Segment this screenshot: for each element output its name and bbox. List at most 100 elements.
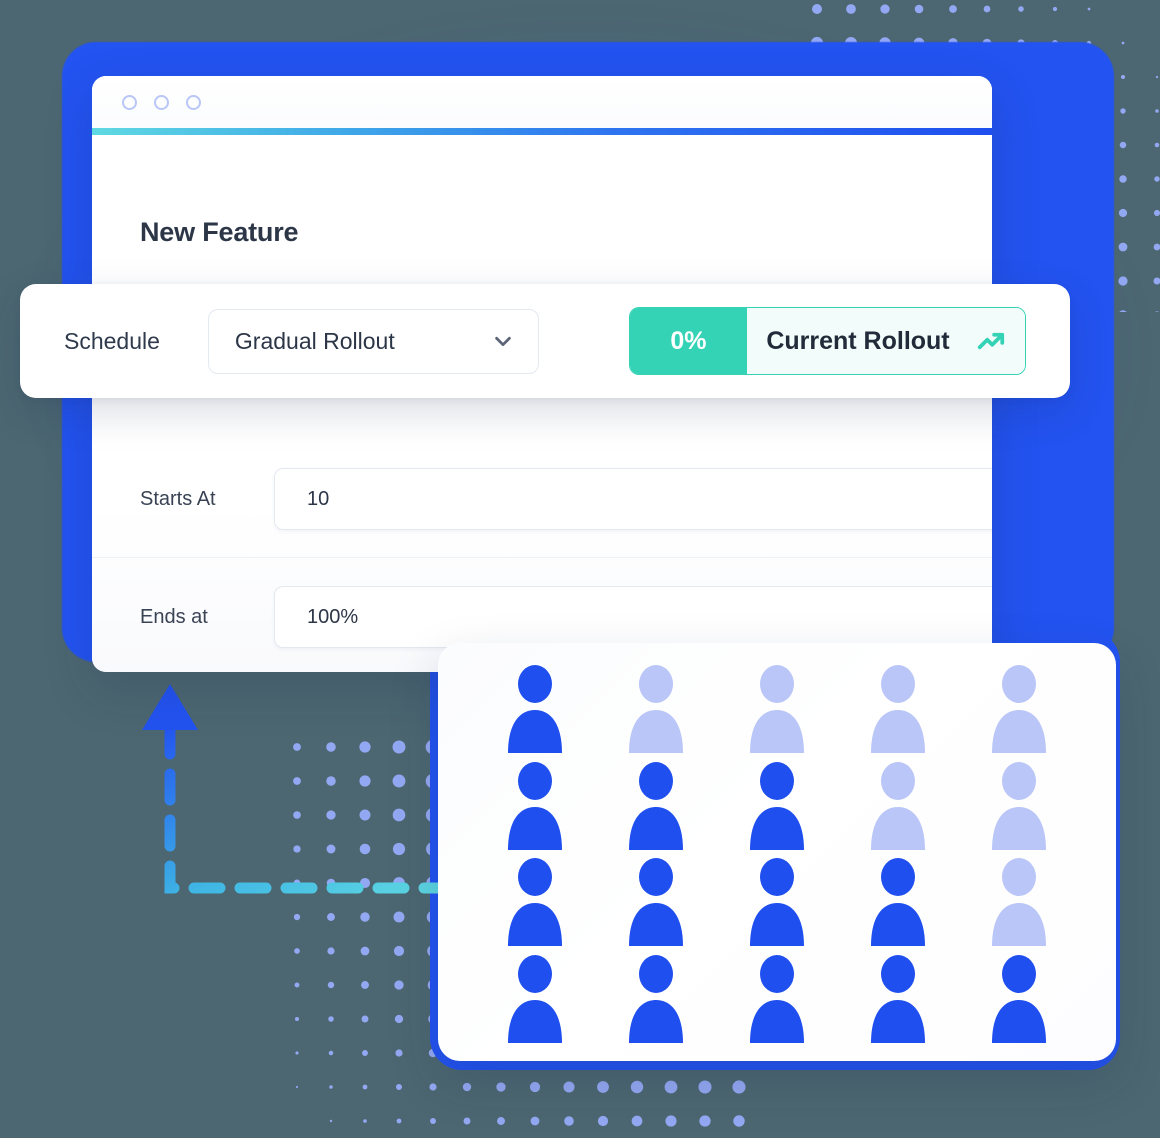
halftone-dot <box>664 1080 678 1094</box>
halftone-dot <box>294 948 300 954</box>
halftone-dot <box>983 5 991 13</box>
halftone-dot <box>327 947 335 955</box>
schedule-card: Schedule Gradual Rollout 0% Current Roll… <box>20 284 1070 398</box>
halftone-dot <box>1087 7 1091 11</box>
halftone-dot <box>328 1050 334 1056</box>
halftone-dot <box>880 4 890 14</box>
browser-content: New Feature Starts At 10 Ends at 100% <box>92 135 992 672</box>
halftone-dot <box>429 1083 437 1091</box>
halftone-dot <box>1018 6 1024 12</box>
person-icon <box>507 954 562 1043</box>
current-rollout-badge[interactable]: 0% Current Rollout <box>628 307 1026 375</box>
halftone-dot <box>597 1081 609 1093</box>
halftone-dot <box>361 1015 369 1023</box>
halftone-dot <box>329 1119 333 1123</box>
halftone-dot <box>630 1080 644 1094</box>
halftone-dot <box>295 1051 299 1055</box>
halftone-dot <box>393 945 405 957</box>
page-title: New Feature <box>140 217 299 247</box>
person-icon <box>749 761 804 850</box>
halftone-dot <box>1155 311 1159 312</box>
halftone-dot <box>395 1049 403 1057</box>
halftone-dot <box>699 1115 711 1127</box>
halftone-dot <box>914 4 924 14</box>
halftone-dot <box>563 1081 575 1093</box>
person-icon <box>871 665 926 754</box>
halftone-dot <box>294 1016 300 1022</box>
people-grid-card <box>438 643 1116 1061</box>
person-icon <box>628 954 683 1043</box>
halftone-dot <box>665 1115 677 1127</box>
halftone-dot <box>846 4 856 14</box>
halftone-dot <box>597 1115 609 1127</box>
browser-chrome <box>92 76 992 128</box>
halftone-dot <box>530 1116 540 1126</box>
schedule-label: Schedule <box>64 327 160 354</box>
halftone-dot <box>496 1082 506 1092</box>
rollout-body: Current Rollout <box>746 308 1025 374</box>
halftone-dot <box>1155 109 1159 113</box>
halftone-dot <box>497 1117 505 1125</box>
halftone-dot <box>394 1014 404 1024</box>
person-icon <box>628 858 683 947</box>
person-icon <box>507 761 562 850</box>
rollout-percent: 0% <box>629 308 747 374</box>
dashed-elbow-arrow <box>142 684 456 894</box>
halftone-dot <box>812 4 822 14</box>
halftone-dot <box>732 1080 746 1094</box>
person-icon <box>992 858 1047 947</box>
halftone-dot <box>1052 6 1058 12</box>
halftone-dot <box>394 980 404 990</box>
person-icon <box>871 761 926 850</box>
rollout-label: Current Rollout <box>766 326 950 355</box>
halftone-dot <box>698 1080 712 1094</box>
person-icon <box>992 665 1047 754</box>
accent-gradient-bar <box>92 128 992 135</box>
person-icon <box>992 761 1047 850</box>
halftone-dot <box>1155 75 1159 79</box>
window-close-dot-icon[interactable] <box>122 94 137 110</box>
person-icon <box>749 665 804 754</box>
form-row-starts-at: Starts At 10 <box>92 440 992 558</box>
person-icon <box>628 761 683 850</box>
window-minimize-dot-icon[interactable] <box>154 94 169 110</box>
halftone-dot <box>949 5 957 13</box>
form-rows: Starts At 10 Ends at 100% <box>92 440 992 672</box>
halftone-dot <box>1154 176 1160 182</box>
illustration-stage: New Feature Starts At 10 Ends at 100% Sc… <box>0 0 1160 1138</box>
halftone-dot <box>463 1117 471 1125</box>
person-icon <box>507 665 562 754</box>
person-icon <box>749 858 804 947</box>
halftone-dot <box>362 1050 368 1056</box>
halftone-dot <box>329 1085 333 1089</box>
halftone-dot <box>529 1081 541 1093</box>
person-icon <box>871 954 926 1043</box>
halftone-dot <box>362 1084 368 1090</box>
halftone-dot <box>1153 277 1160 285</box>
halftone-dot <box>733 1115 745 1127</box>
halftone-dot <box>363 1119 367 1123</box>
starts-at-input[interactable]: 10 <box>274 468 992 530</box>
person-icon <box>992 954 1047 1043</box>
person-icon <box>749 954 804 1043</box>
person-icon <box>871 858 926 947</box>
starts-at-label: Starts At <box>140 487 216 510</box>
halftone-dot <box>361 981 369 989</box>
halftone-dot <box>1153 243 1160 251</box>
chevron-down-icon <box>495 336 511 347</box>
halftone-dot <box>564 1116 574 1126</box>
halftone-dot <box>295 1085 299 1089</box>
halftone-dot <box>1153 209 1160 217</box>
window-maximize-dot-icon[interactable] <box>186 94 201 110</box>
halftone-dot <box>396 1118 402 1124</box>
halftone-dot <box>327 981 335 989</box>
ends-at-label: Ends at <box>140 605 208 628</box>
halftone-dot <box>395 1083 403 1091</box>
schedule-select-value: Gradual Rollout <box>234 327 395 354</box>
halftone-dot <box>1121 41 1125 45</box>
halftone-dot <box>294 982 300 988</box>
schedule-select[interactable]: Gradual Rollout <box>207 308 539 374</box>
ends-at-input[interactable]: 100% <box>274 586 992 648</box>
halftone-dot <box>328 1016 334 1022</box>
halftone-dot <box>1154 142 1160 148</box>
